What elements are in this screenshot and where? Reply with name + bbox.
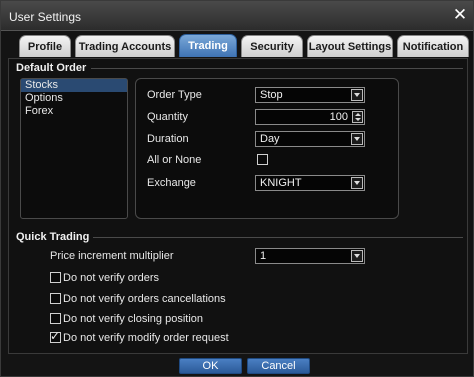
duration-dropdown[interactable]: Day <box>255 131 365 147</box>
verify-cancellations-checkbox[interactable] <box>50 293 61 304</box>
duration-value: Day <box>260 133 280 145</box>
all-or-none-checkbox[interactable] <box>257 154 268 165</box>
quick-trading-divider <box>89 237 463 238</box>
asset-class-list[interactable]: Stocks Options Forex <box>20 78 128 219</box>
order-type-label: Order Type <box>147 89 202 101</box>
window-title: User Settings <box>9 10 82 24</box>
verify-cancellations-label[interactable]: Do not verify orders cancellations <box>63 293 226 305</box>
order-type-value: Stop <box>260 89 283 101</box>
all-or-none-label: All or None <box>147 154 202 166</box>
list-item-options[interactable]: Options <box>21 92 127 105</box>
close-icon[interactable]: ✕ <box>451 6 469 24</box>
tab-trading[interactable]: Trading <box>179 34 237 57</box>
chevron-down-icon[interactable] <box>351 89 363 101</box>
ok-button[interactable]: OK <box>179 358 242 374</box>
chevron-down-icon[interactable] <box>351 133 363 145</box>
default-order-divider <box>91 68 463 69</box>
exchange-value: KNIGHT <box>260 177 302 189</box>
verify-modify-checkbox[interactable] <box>50 329 61 343</box>
price-increment-dropdown[interactable]: 1 <box>255 248 365 264</box>
cancel-button[interactable]: Cancel <box>247 358 310 374</box>
chevron-down-icon[interactable] <box>351 250 363 262</box>
tab-notification[interactable]: Notification <box>397 35 469 57</box>
verify-modify-label[interactable]: Do not verify modify order request <box>63 332 229 344</box>
spinner-arrows-icon[interactable] <box>352 111 363 123</box>
quantity-label: Quantity <box>147 111 188 123</box>
quantity-value[interactable]: 100 <box>330 111 348 123</box>
verify-closing-checkbox[interactable] <box>50 313 61 324</box>
default-order-heading: Default Order <box>16 62 91 74</box>
list-item-forex[interactable]: Forex <box>21 105 127 118</box>
chevron-down-icon[interactable] <box>351 177 363 189</box>
list-item-stocks[interactable]: Stocks <box>21 79 127 92</box>
exchange-label: Exchange <box>147 177 196 189</box>
verify-closing-label[interactable]: Do not verify closing position <box>63 313 203 325</box>
verify-orders-label[interactable]: Do not verify orders <box>63 272 159 284</box>
price-increment-label: Price increment multiplier <box>50 250 174 262</box>
tab-security[interactable]: Security <box>241 35 303 57</box>
order-type-dropdown[interactable]: Stop <box>255 87 365 103</box>
price-increment-value: 1 <box>260 250 267 262</box>
tab-trading-accounts[interactable]: Trading Accounts <box>75 35 175 57</box>
title-bar[interactable]: User Settings ✕ <box>1 1 473 31</box>
exchange-dropdown[interactable]: KNIGHT <box>255 175 365 191</box>
tab-profile[interactable]: Profile <box>19 35 71 57</box>
quick-trading-heading: Quick Trading <box>16 231 94 243</box>
quantity-stepper[interactable]: 100 <box>255 109 365 125</box>
tab-layout-settings[interactable]: Layout Settings <box>307 35 393 57</box>
user-settings-window: User Settings ✕ Profile Trading Accounts… <box>0 0 474 377</box>
verify-orders-checkbox[interactable] <box>50 272 61 283</box>
duration-label: Duration <box>147 133 189 145</box>
